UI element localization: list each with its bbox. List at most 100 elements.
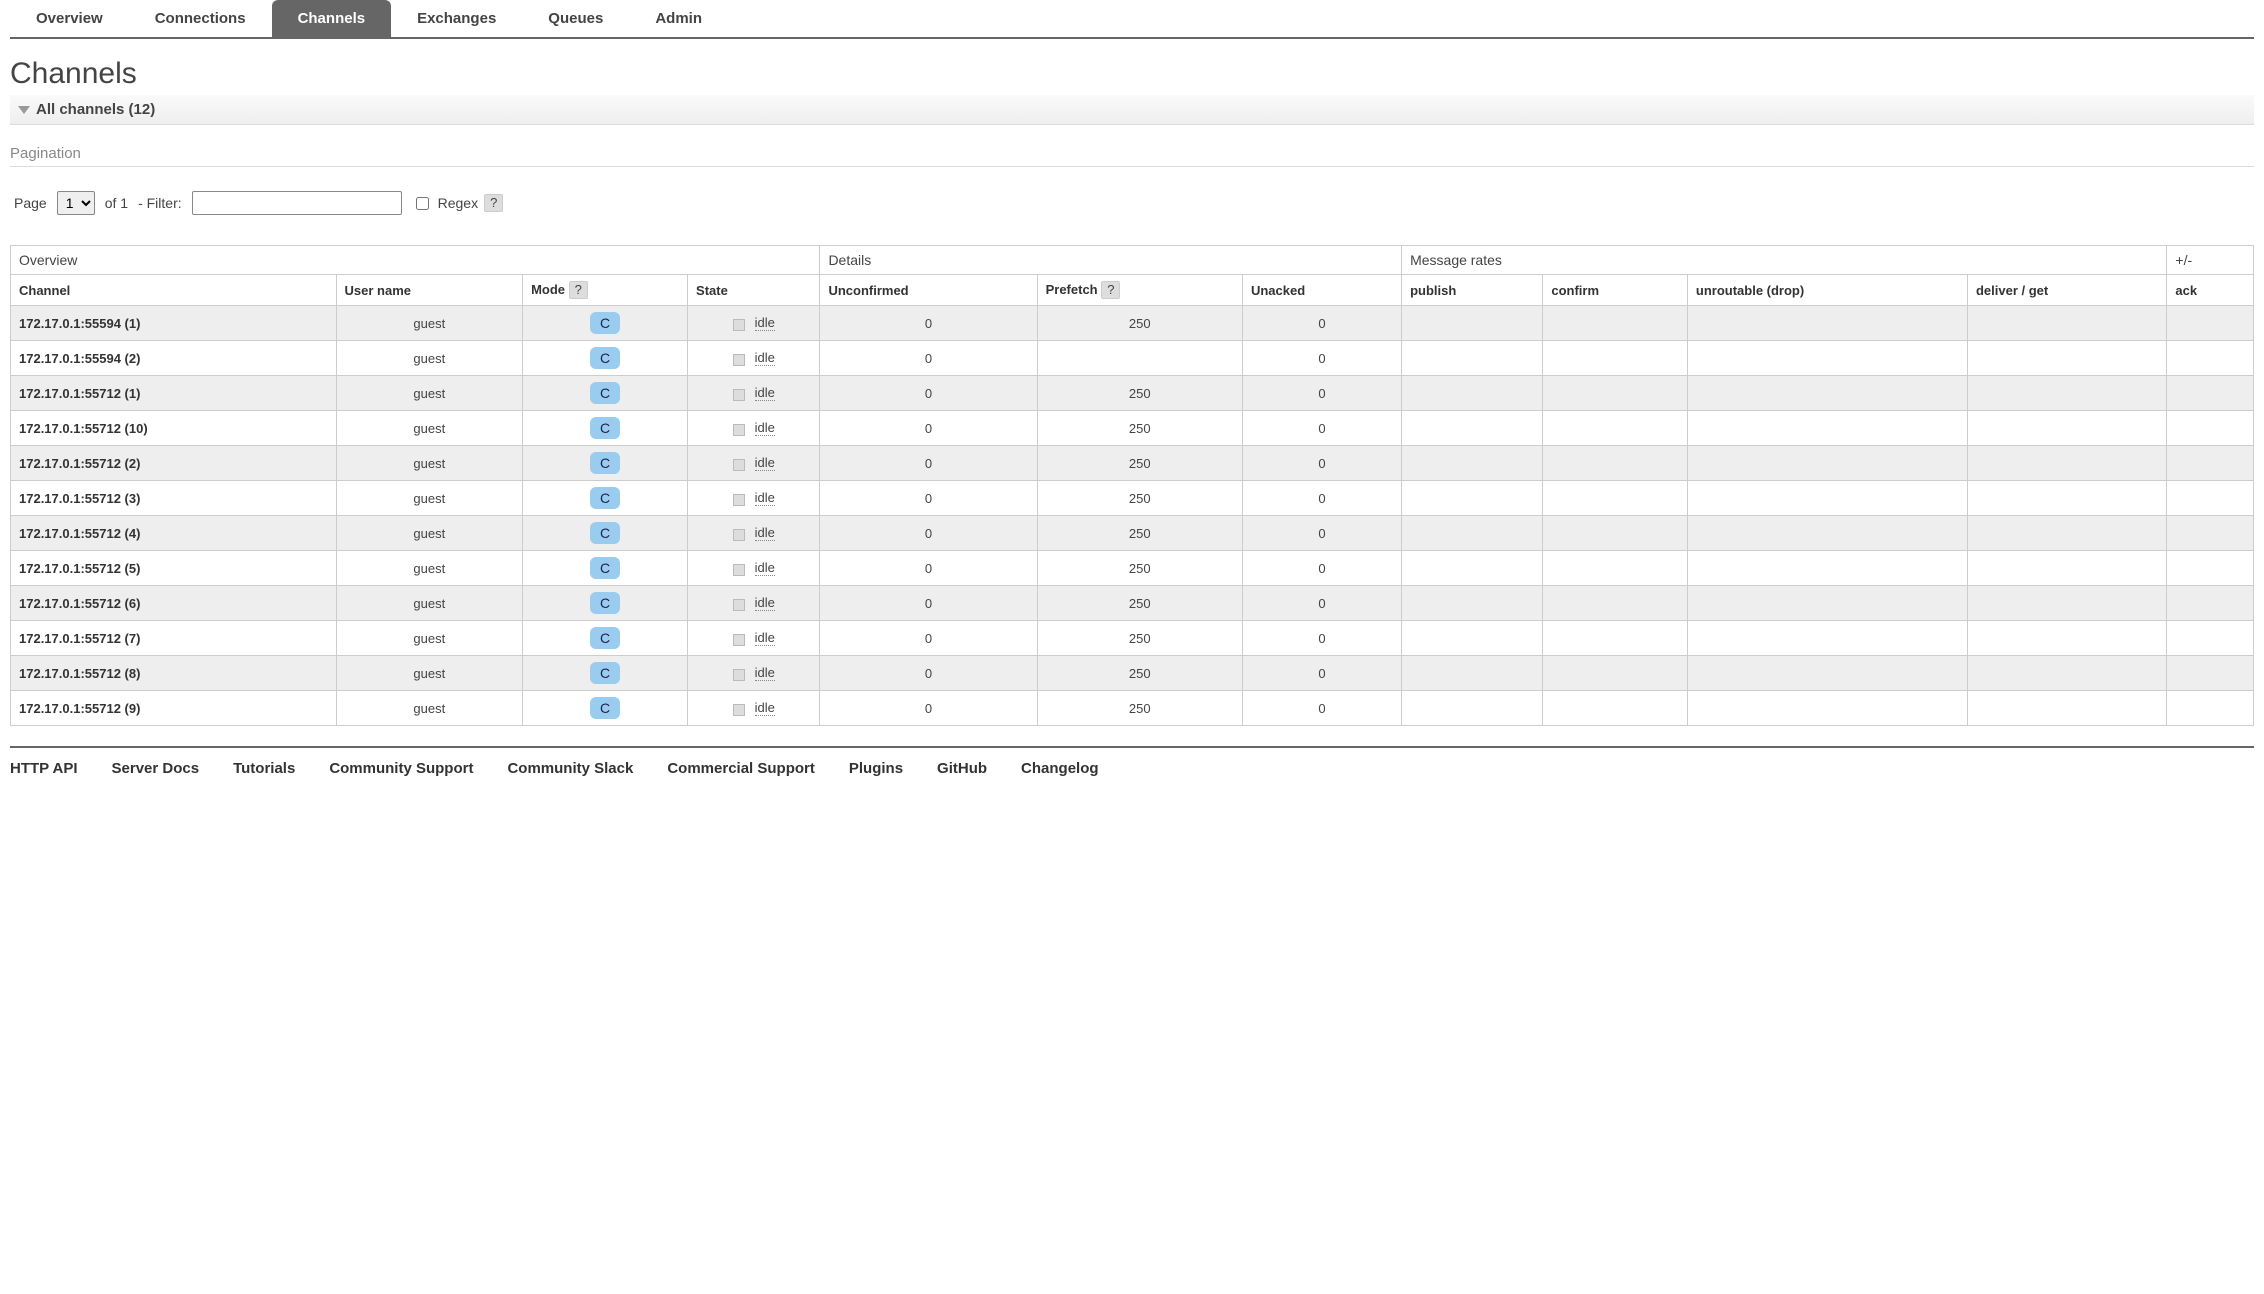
footer-link-community-support[interactable]: Community Support — [329, 760, 473, 777]
mode-badge: C — [590, 592, 620, 614]
mode-help-icon[interactable]: ? — [569, 281, 588, 299]
cell-unroutable — [1687, 411, 1967, 446]
cell-confirm — [1543, 656, 1688, 691]
cell-deliver — [1967, 586, 2166, 621]
cell-unconfirmed: 0 — [820, 341, 1037, 376]
footer-link-community-slack[interactable]: Community Slack — [507, 760, 633, 777]
channel-link[interactable]: 172.17.0.1:55712 (6) — [19, 596, 140, 611]
regex-help-icon[interactable]: ? — [484, 194, 503, 212]
tab-overview[interactable]: Overview — [10, 0, 129, 37]
channel-link[interactable]: 172.17.0.1:55712 (10) — [19, 421, 148, 436]
cell-unroutable — [1687, 446, 1967, 481]
channel-link[interactable]: 172.17.0.1:55712 (5) — [19, 561, 140, 576]
filter-input[interactable] — [192, 191, 402, 215]
main-nav: OverviewConnectionsChannelsExchangesQueu… — [10, 0, 2254, 39]
tab-queues[interactable]: Queues — [522, 0, 629, 37]
channel-link[interactable]: 172.17.0.1:55594 (1) — [19, 316, 140, 331]
mode-badge: C — [590, 417, 620, 439]
channel-link[interactable]: 172.17.0.1:55712 (1) — [19, 386, 140, 401]
channel-link[interactable]: 172.17.0.1:55712 (4) — [19, 526, 140, 541]
cell-publish — [1402, 446, 1543, 481]
cell-deliver — [1967, 656, 2166, 691]
cell-publish — [1402, 306, 1543, 341]
page-select[interactable]: 1 — [57, 191, 95, 215]
col-unconfirmed[interactable]: Unconfirmed — [820, 275, 1037, 306]
mode-badge: C — [590, 627, 620, 649]
mode-badge: C — [590, 382, 620, 404]
col-unacked[interactable]: Unacked — [1242, 275, 1401, 306]
page-label: Page — [14, 195, 47, 211]
regex-label: Regex — [438, 195, 478, 211]
cell-confirm — [1543, 376, 1688, 411]
channel-link[interactable]: 172.17.0.1:55594 (2) — [19, 351, 140, 366]
state-label: idle — [755, 490, 775, 506]
cell-publish — [1402, 341, 1543, 376]
cell-publish — [1402, 516, 1543, 551]
tab-exchanges[interactable]: Exchanges — [391, 0, 522, 37]
col-deliver[interactable]: deliver / get — [1967, 275, 2166, 306]
table-row: 172.17.0.1:55712 (5)guestCidle02500 — [11, 551, 2254, 586]
footer-link-http-api[interactable]: HTTP API — [10, 760, 78, 777]
cell-unacked: 0 — [1242, 341, 1401, 376]
table-row: 172.17.0.1:55712 (2)guestCidle02500 — [11, 446, 2254, 481]
state-indicator-icon — [733, 459, 745, 471]
tab-connections[interactable]: Connections — [129, 0, 272, 37]
table-row: 172.17.0.1:55712 (9)guestCidle02500 — [11, 691, 2254, 726]
mode-badge: C — [590, 662, 620, 684]
channel-link[interactable]: 172.17.0.1:55712 (9) — [19, 701, 140, 716]
tab-admin[interactable]: Admin — [629, 0, 728, 37]
cell-mode: C — [523, 306, 688, 341]
col-state[interactable]: State — [688, 275, 820, 306]
cell-prefetch: 250 — [1037, 656, 1242, 691]
channel-link[interactable]: 172.17.0.1:55712 (3) — [19, 491, 140, 506]
cell-mode: C — [523, 516, 688, 551]
col-user[interactable]: User name — [336, 275, 523, 306]
cell-channel: 172.17.0.1:55594 (2) — [11, 341, 337, 376]
cell-publish — [1402, 691, 1543, 726]
prefetch-help-icon[interactable]: ? — [1101, 281, 1120, 299]
page-of-text: of 1 — [105, 195, 128, 211]
footer-link-changelog[interactable]: Changelog — [1021, 760, 1099, 777]
cell-ack — [2167, 481, 2254, 516]
all-channels-header[interactable]: All channels (12) — [10, 95, 2254, 125]
col-mode[interactable]: Mode ? — [523, 275, 688, 306]
channel-link[interactable]: 172.17.0.1:55712 (7) — [19, 631, 140, 646]
mode-badge: C — [590, 347, 620, 369]
tab-channels[interactable]: Channels — [272, 0, 392, 37]
col-channel[interactable]: Channel — [11, 275, 337, 306]
channel-link[interactable]: 172.17.0.1:55712 (2) — [19, 456, 140, 471]
col-ack[interactable]: ack — [2167, 275, 2254, 306]
footer-link-github[interactable]: GitHub — [937, 760, 987, 777]
col-publish[interactable]: publish — [1402, 275, 1543, 306]
cell-user: guest — [336, 481, 523, 516]
cell-prefetch — [1037, 341, 1242, 376]
state-label: idle — [755, 420, 775, 436]
cell-state: idle — [688, 691, 820, 726]
cell-user: guest — [336, 306, 523, 341]
footer-link-tutorials[interactable]: Tutorials — [233, 760, 295, 777]
cell-state: idle — [688, 341, 820, 376]
table-row: 172.17.0.1:55712 (4)guestCidle02500 — [11, 516, 2254, 551]
cell-deliver — [1967, 411, 2166, 446]
cell-unroutable — [1687, 306, 1967, 341]
regex-checkbox[interactable] — [416, 197, 429, 210]
chevron-down-icon — [18, 106, 30, 114]
cell-prefetch: 250 — [1037, 376, 1242, 411]
footer-link-plugins[interactable]: Plugins — [849, 760, 903, 777]
col-prefetch[interactable]: Prefetch ? — [1037, 275, 1242, 306]
cell-user: guest — [336, 656, 523, 691]
columns-toggle[interactable]: +/- — [2167, 246, 2254, 275]
cell-user: guest — [336, 516, 523, 551]
col-confirm[interactable]: confirm — [1543, 275, 1688, 306]
col-unroutable[interactable]: unroutable (drop) — [1687, 275, 1967, 306]
footer-link-commercial-support[interactable]: Commercial Support — [667, 760, 815, 777]
cell-unacked: 0 — [1242, 656, 1401, 691]
channels-table: Overview Details Message rates +/- Chann… — [10, 245, 2254, 726]
cell-confirm — [1543, 411, 1688, 446]
cell-deliver — [1967, 306, 2166, 341]
state-label: idle — [755, 560, 775, 576]
cell-publish — [1402, 551, 1543, 586]
channel-link[interactable]: 172.17.0.1:55712 (8) — [19, 666, 140, 681]
cell-unacked: 0 — [1242, 551, 1401, 586]
footer-link-server-docs[interactable]: Server Docs — [112, 760, 200, 777]
